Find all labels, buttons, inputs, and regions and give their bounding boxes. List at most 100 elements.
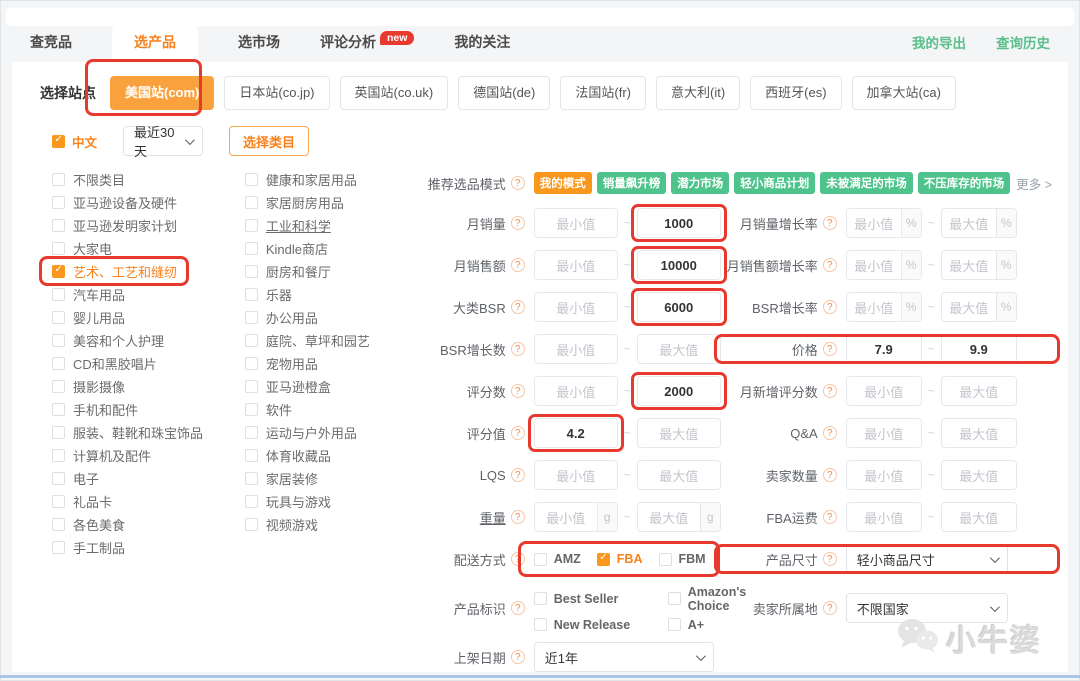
rating-count-max-input[interactable]: 2000: [630, 372, 727, 410]
seller-location-help-icon[interactable]: ?: [822, 601, 837, 615]
category-bsr-min-input[interactable]: 最小值: [533, 292, 618, 322]
tab-watchlist[interactable]: 我的关注: [454, 32, 510, 62]
category-bsr-help-icon[interactable]: ?: [510, 300, 525, 314]
listing-date-help-icon[interactable]: ?: [510, 650, 525, 664]
site-button-it[interactable]: 意大利(it): [655, 76, 741, 110]
category-checkbox[interactable]: CD和黑胶唱片: [52, 356, 157, 372]
bsr-growth-rate-min-input[interactable]: 最小值%: [845, 292, 922, 322]
category-checkbox[interactable]: 庭院、草坪和园艺: [244, 333, 370, 349]
category-checkbox[interactable]: 工业和科学: [244, 218, 331, 234]
seller-count-max-input[interactable]: 最大值: [940, 460, 1017, 490]
qa-max-input[interactable]: 最大值: [940, 418, 1017, 448]
monthly-revenue-min-input[interactable]: 最小值: [533, 250, 618, 280]
lqs-max-input[interactable]: 最大值: [636, 460, 721, 490]
listing-date-select[interactable]: 近1年: [533, 642, 714, 672]
site-button-ca[interactable]: 加拿大站(ca): [851, 76, 956, 110]
category-checkbox[interactable]: 宠物用品: [244, 356, 318, 372]
category-checkbox[interactable]: 乐器: [244, 287, 292, 303]
category-checkbox[interactable]: 软件: [244, 402, 292, 418]
category-checkbox[interactable]: 亚马逊设备及硬件: [52, 195, 177, 211]
category-checkbox[interactable]: 办公用品: [244, 310, 318, 326]
fba-fee-min-input[interactable]: 最小值: [845, 502, 922, 532]
category-checkbox[interactable]: 婴儿用品: [52, 310, 125, 326]
category-checkbox[interactable]: 各色美食: [52, 517, 125, 533]
site-button-fr[interactable]: 法国站(fr): [560, 76, 646, 110]
monthly-revenue-growth-max-input[interactable]: 最大值%: [940, 250, 1017, 280]
weight-help-icon[interactable]: ?: [510, 510, 525, 524]
price-min-input[interactable]: 7.9: [845, 334, 922, 364]
fba-fee-max-input[interactable]: 最大值: [940, 502, 1017, 532]
mode-tag[interactable]: 未被满足的市场: [820, 172, 913, 194]
price-max-input[interactable]: 9.9: [940, 334, 1017, 364]
site-button-uk[interactable]: 英国站(co.uk): [339, 76, 449, 110]
category-checkbox[interactable]: 手机和配件: [52, 402, 138, 418]
choose-category-button[interactable]: 选择类目: [229, 126, 310, 156]
site-button-jp[interactable]: 日本站(co.jp): [224, 76, 330, 110]
category-checkbox[interactable]: 大家电: [52, 241, 112, 257]
seller-count-help-icon[interactable]: ?: [822, 468, 837, 482]
category-checkbox[interactable]: 运动与户外用品: [244, 425, 357, 441]
monthly-revenue-growth-min-input[interactable]: 最小值%: [845, 250, 922, 280]
help-icon[interactable]: ?: [510, 176, 525, 190]
date-range-select[interactable]: 最近30天: [123, 125, 204, 159]
product-badge-option-checkbox[interactable]: Best Seller: [533, 585, 656, 613]
monthly-sales-growth-max-input[interactable]: 最大值%: [940, 208, 1017, 238]
rating-count-min-input[interactable]: 最小值: [533, 376, 618, 406]
tab-review-analysis[interactable]: 评论分析 new: [320, 31, 415, 62]
qa-help-icon[interactable]: ?: [822, 426, 837, 440]
product-size-select[interactable]: 轻小商品尺寸: [845, 544, 1008, 574]
category-checkbox[interactable]: 亚马逊橙盒: [244, 379, 331, 395]
category-checkbox[interactable]: 汽车用品: [52, 287, 125, 303]
bsr-growth-count-max-input[interactable]: 最大值: [636, 334, 721, 364]
seller-count-min-input[interactable]: 最小值: [845, 460, 922, 490]
bsr-growth-rate-help-icon[interactable]: ?: [822, 300, 837, 314]
delivery-method-option-checkbox[interactable]: FBM: [658, 552, 706, 566]
category-checkbox[interactable]: Kindle商店: [244, 241, 328, 257]
monthly-revenue-growth-help-icon[interactable]: ?: [822, 258, 837, 272]
chinese-checkbox[interactable]: 中文: [52, 132, 97, 151]
mode-tag[interactable]: 我的模式: [533, 172, 592, 194]
mode-tag[interactable]: 轻小商品计划: [734, 172, 816, 194]
category-checkbox[interactable]: 手工制品: [52, 540, 125, 556]
link-query-history[interactable]: 查询历史: [996, 32, 1050, 52]
bsr-growth-count-help-icon[interactable]: ?: [510, 342, 525, 356]
delivery-method-option-checkbox[interactable]: AMZ: [533, 552, 581, 566]
category-checkbox[interactable]: 体育收藏品: [244, 448, 331, 464]
category-checkbox[interactable]: 摄影摄像: [52, 379, 125, 395]
mode-tag[interactable]: 潜力市场: [671, 172, 730, 194]
category-checkbox[interactable]: 亚马逊发明家计划: [52, 218, 177, 234]
site-button-us[interactable]: 美国站(com): [110, 76, 215, 110]
bsr-growth-count-min-input[interactable]: 最小值: [533, 334, 618, 364]
monthly-new-ratings-min-input[interactable]: 最小值: [845, 376, 922, 406]
monthly-new-ratings-max-input[interactable]: 最大值: [940, 376, 1017, 406]
category-checkbox[interactable]: 健康和家居用品: [244, 172, 357, 188]
monthly-new-ratings-help-icon[interactable]: ?: [822, 384, 837, 398]
category-checkbox[interactable]: 家居装修: [244, 471, 318, 487]
monthly-revenue-max-input[interactable]: 10000: [630, 246, 727, 284]
delivery-method-option-checkbox[interactable]: FBA: [596, 552, 643, 566]
category-checkbox[interactable]: 电子: [52, 471, 99, 487]
price-help-icon[interactable]: ?: [822, 342, 837, 356]
tab-competitor[interactable]: 查竞品: [30, 32, 72, 62]
product-size-help-icon[interactable]: ?: [822, 552, 837, 566]
monthly-sales-growth-help-icon[interactable]: ?: [822, 216, 837, 230]
monthly-sales-min-input[interactable]: 最小值: [533, 208, 618, 238]
rating-value-help-icon[interactable]: ?: [510, 426, 525, 440]
lqs-help-icon[interactable]: ?: [510, 468, 525, 482]
weight-min-input[interactable]: 最小值 g: [533, 502, 618, 532]
category-checkbox[interactable]: 视频游戏: [244, 517, 318, 533]
weight-max-input[interactable]: 最大值 g: [636, 502, 721, 532]
category-bsr-max-input[interactable]: 6000: [630, 288, 727, 326]
category-checkbox[interactable]: 服装、鞋靴和珠宝饰品: [52, 425, 203, 441]
category-checkbox[interactable]: 玩具与游戏: [244, 494, 331, 510]
rating-count-help-icon[interactable]: ?: [510, 384, 525, 398]
qa-min-input[interactable]: 最小值: [845, 418, 922, 448]
category-checkbox[interactable]: 艺术、工艺和缝纫: [38, 256, 190, 286]
category-checkbox[interactable]: 不限类目: [52, 172, 125, 188]
category-checkbox[interactable]: 计算机及配件: [52, 448, 151, 464]
site-button-es[interactable]: 西班牙(es): [750, 76, 842, 110]
delivery-method-help-icon[interactable]: ?: [510, 552, 525, 566]
tab-market[interactable]: 选市场: [238, 32, 280, 62]
lqs-min-input[interactable]: 最小值: [533, 460, 618, 490]
category-checkbox[interactable]: 家居厨房用品: [244, 195, 344, 211]
